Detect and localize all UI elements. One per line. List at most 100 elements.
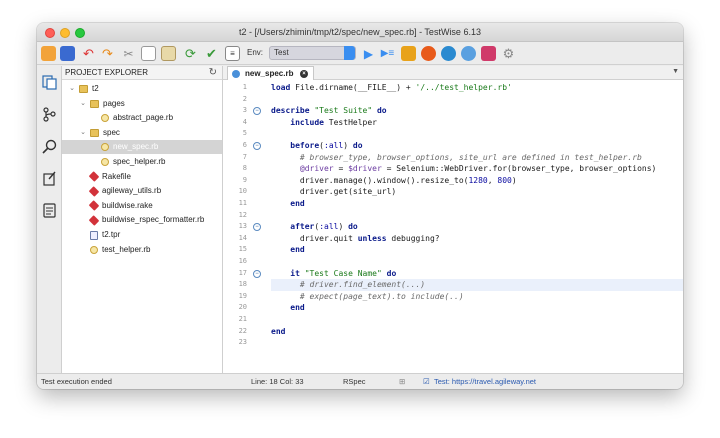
code-area[interactable]: load File.dirname(__FILE__) + '/../test_… <box>271 80 683 373</box>
tree-item[interactable]: test_helper.rb <box>62 243 222 257</box>
tab-menu-icon[interactable]: ▼ <box>672 68 679 75</box>
fold-toggle-icon[interactable]: − <box>253 223 261 232</box>
fold-toggle-icon[interactable]: − <box>253 107 261 116</box>
code-line[interactable] <box>271 94 683 106</box>
code-line[interactable]: describe "Test Suite" do <box>271 105 683 117</box>
fold-toggle-icon[interactable]: − <box>253 269 261 278</box>
code-line[interactable]: # driver.find_element(...) <box>271 279 683 291</box>
code-line[interactable]: end <box>271 326 683 338</box>
code-line[interactable]: it "Test Case Name" do <box>271 268 683 280</box>
new-file-icon[interactable] <box>41 46 56 61</box>
status-bar: Test execution ended Line: 18 Col: 33 RS… <box>37 373 683 389</box>
chevron-down-icon[interactable]: ⌄ <box>79 97 87 111</box>
check-icon[interactable]: ✔ <box>204 46 219 61</box>
fold-gutter: − − − − <box>253 80 265 373</box>
close-tab-icon[interactable]: × <box>300 70 308 78</box>
tab-bar: new_spec.rb × ▼ <box>223 66 683 80</box>
safari-icon[interactable] <box>461 46 476 61</box>
tree-item[interactable]: ⌄ spec <box>62 126 222 140</box>
tools-icon[interactable] <box>41 170 58 187</box>
folder-icon <box>90 128 99 137</box>
code-line[interactable] <box>271 337 683 349</box>
run-all-icon[interactable]: ▶≡ <box>380 46 395 61</box>
line-number: 20 <box>238 303 247 312</box>
env-select[interactable]: Test <box>269 46 356 60</box>
tree-item-label: Rakefile <box>102 171 131 181</box>
format-icon[interactable]: ≡ <box>225 46 240 61</box>
run-icon[interactable]: ▶ <box>361 46 376 61</box>
line-number: 15 <box>238 245 247 254</box>
line-number-gutter: 1 2 3 4 5 6 7 8 9 10 11 12 13 14 15 16 17 18 19 20 21 22 23 <box>223 80 251 373</box>
code-line[interactable]: # browser_type, browser_options, site_ur… <box>271 152 683 164</box>
tree-item-label: t2 <box>92 84 99 93</box>
code-line[interactable] <box>271 210 683 222</box>
tree-item-label: spec_helper.rb <box>113 157 166 166</box>
code-line[interactable]: # expect(page_text).to include(..) <box>271 291 683 303</box>
chrome-icon[interactable] <box>401 46 416 61</box>
code-line[interactable]: driver.quit unless debugging? <box>271 233 683 245</box>
tree-item[interactable]: Rakefile <box>62 170 222 184</box>
fold-toggle-icon[interactable]: − <box>253 142 261 150</box>
code-line[interactable]: before(:all) do <box>271 140 683 152</box>
tab-new-spec[interactable]: new_spec.rb × <box>227 66 314 80</box>
code-line[interactable]: after(:all) do <box>271 221 683 233</box>
code-line[interactable]: end <box>271 302 683 314</box>
tree-item-label: buildwise_rspec_formatter.rb <box>102 215 205 225</box>
cut-icon[interactable]: ✂ <box>121 46 136 61</box>
chevron-down-icon[interactable]: ⌄ <box>68 82 76 96</box>
code-line[interactable] <box>271 128 683 140</box>
code-line[interactable]: end <box>271 198 683 210</box>
ruby-file-icon <box>101 114 109 123</box>
code-line[interactable] <box>271 314 683 326</box>
tree-item[interactable]: t2.tpr <box>62 228 222 242</box>
tree-item[interactable]: new_spec.rb <box>62 140 222 155</box>
tree-item[interactable]: ⌄ t2 <box>62 82 222 96</box>
ruby-gem-icon <box>88 200 100 212</box>
folder-icon <box>90 99 99 108</box>
paste-icon[interactable] <box>161 46 176 61</box>
notes-icon[interactable] <box>41 202 58 219</box>
tree-item-label: buildwise.rake <box>102 200 153 210</box>
tree-item-label: test_helper.rb <box>102 244 151 254</box>
code-line[interactable]: include TestHelper <box>271 117 683 129</box>
files-icon[interactable] <box>41 74 58 91</box>
code-line[interactable] <box>271 256 683 268</box>
report-icon[interactable] <box>481 46 496 61</box>
tree-item[interactable]: ⌄ pages <box>62 97 222 111</box>
ruby-gem-icon <box>88 215 100 226</box>
status-message: Test execution ended <box>41 377 112 386</box>
refresh-explorer-icon[interactable]: ↻ <box>209 66 217 79</box>
tree-item[interactable]: spec_helper.rb <box>62 155 222 169</box>
code-line[interactable]: end <box>271 244 683 256</box>
git-icon[interactable] <box>41 106 58 123</box>
tree-item-label: abstract_page.rb <box>113 113 174 123</box>
line-number: 8 <box>242 164 247 173</box>
activity-bar <box>37 66 62 373</box>
save-icon[interactable] <box>60 46 75 61</box>
refresh-icon[interactable]: ⟳ <box>183 46 198 61</box>
copy-icon[interactable] <box>141 46 156 61</box>
edge-icon[interactable] <box>441 46 456 61</box>
line-number: 16 <box>238 257 247 265</box>
redo-icon[interactable]: ↷ <box>100 46 115 61</box>
split-icon: ⊞ <box>399 377 406 386</box>
code-line[interactable]: driver.get(site_url) <box>271 186 683 198</box>
undo-icon[interactable]: ↶ <box>81 46 96 61</box>
tree-item[interactable]: buildwise_rspec_formatter.rb <box>62 213 222 227</box>
code-line[interactable]: @driver = $driver = Selenium::WebDriver.… <box>271 163 683 175</box>
test-site-url[interactable]: Test: https://travel.agileway.net <box>434 374 536 389</box>
ruby-file-icon <box>101 143 109 152</box>
tree-item[interactable]: agileway_utils.rb <box>62 184 222 198</box>
env-value: Test <box>274 48 289 57</box>
line-number: 2 <box>242 94 247 103</box>
chevron-down-icon[interactable]: ⌄ <box>79 126 87 140</box>
code-line[interactable]: driver.manage().window().resize_to(1280,… <box>271 175 683 187</box>
tree-item[interactable]: buildwise.rake <box>62 199 222 213</box>
line-number: 6 <box>242 141 247 149</box>
window-title: t2 - [/Users/zhimin/tmp/t2/spec/new_spec… <box>239 27 481 37</box>
firefox-icon[interactable] <box>421 46 436 61</box>
code-line[interactable]: load File.dirname(__FILE__) + '/../test_… <box>271 82 683 94</box>
search-icon[interactable] <box>41 138 58 155</box>
settings-icon[interactable]: ⚙ <box>501 46 516 61</box>
tree-item[interactable]: abstract_page.rb <box>62 111 222 125</box>
